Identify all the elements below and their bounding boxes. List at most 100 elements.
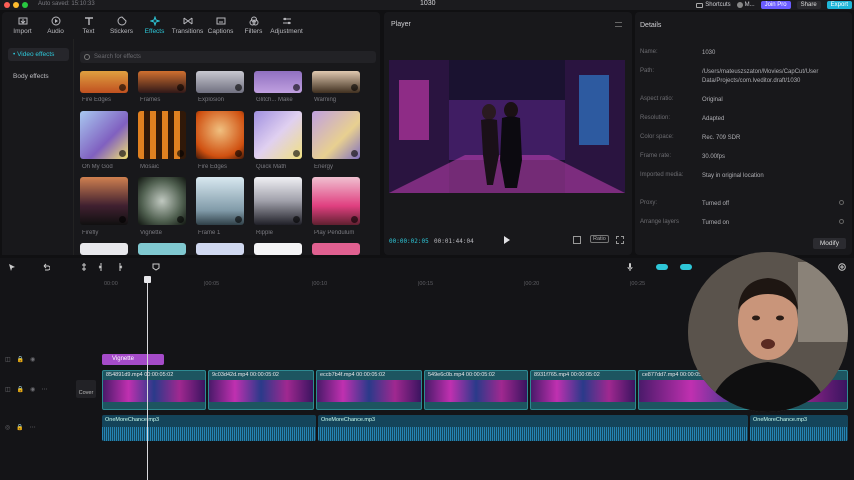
minimize-window-button[interactable] [13, 2, 19, 8]
info-icon[interactable] [839, 219, 844, 224]
join-pro-button[interactable]: Join Pro [760, 1, 791, 9]
modify-button[interactable]: Modify [812, 238, 846, 249]
share-button[interactable]: Share [796, 1, 821, 9]
tool-import[interactable]: Import [6, 12, 39, 39]
track-icon: ◫ [5, 357, 11, 363]
tool-transitions[interactable]: Transitions [171, 12, 204, 39]
ratio-button[interactable]: Ratio [590, 235, 609, 243]
microphone-icon[interactable] [626, 263, 634, 271]
stickers-icon [117, 16, 127, 26]
effect-thumb[interactable] [80, 243, 128, 255]
lock-icon[interactable]: 🔒 [17, 356, 24, 363]
magnet-toggle[interactable] [656, 264, 668, 270]
audio-clip[interactable]: OneMoreChance.mp3 [750, 415, 848, 441]
fit-icon[interactable] [573, 236, 581, 244]
search-input[interactable]: Search for effects [80, 51, 376, 63]
effect-thumb[interactable] [312, 111, 360, 159]
effects-panel: • Video effects Body effects Search for … [2, 39, 380, 255]
tool-audio[interactable]: Audio [39, 12, 72, 39]
cover-button[interactable]: Cover [76, 380, 96, 398]
visibility-icon[interactable]: ◉ [30, 386, 35, 393]
close-window-button[interactable] [4, 2, 10, 8]
effect-thumb[interactable] [196, 111, 244, 159]
effect-thumb[interactable] [80, 177, 128, 225]
more-icon[interactable]: ⋯ [30, 424, 36, 431]
captions-icon [216, 17, 225, 25]
effect-thumb[interactable] [138, 71, 186, 93]
category-body-effects[interactable]: Body effects [8, 70, 69, 83]
split-icon[interactable] [80, 263, 88, 271]
shortcuts-button[interactable]: Shortcuts [696, 2, 731, 8]
tool-filters[interactable]: Filters [237, 12, 270, 39]
effect-label: Oh My God [82, 164, 113, 170]
category-video-effects[interactable]: • Video effects [8, 48, 69, 61]
play-button[interactable] [504, 236, 510, 244]
trim-left-icon[interactable] [98, 263, 106, 271]
track-icon: ◫ [5, 387, 11, 393]
tool-effects[interactable]: Effects [138, 12, 171, 39]
download-icon [177, 150, 184, 157]
tool-text[interactable]: Text [72, 12, 105, 39]
effect-thumb[interactable] [196, 243, 244, 255]
trim-right-icon[interactable] [115, 263, 123, 271]
video-clip[interactable]: 8931f765.mp4 00:00:05:02 [530, 370, 636, 410]
effect-label: Glitch... Make [256, 97, 293, 103]
effect-label: Frame 1 [198, 230, 221, 236]
visibility-icon[interactable]: ◉ [30, 356, 35, 363]
undo-icon[interactable] [42, 263, 50, 271]
effect-thumb[interactable] [80, 111, 128, 159]
effect-clip[interactable]: Vignette [102, 354, 164, 365]
effect-label: Mosaic [140, 164, 160, 170]
download-icon [351, 150, 358, 157]
audio-clip[interactable]: OneMoreChance.mp3 [102, 415, 316, 441]
video-clip[interactable]: 549e6c0b.mp4 00:00:05:02 [424, 370, 528, 410]
video-clip[interactable]: 9c03d42d.mp4 00:00:05:02 [208, 370, 314, 410]
more-icon[interactable]: ⋯ [41, 386, 47, 393]
effect-thumb[interactable] [254, 243, 302, 255]
effect-label: Firefly [82, 230, 99, 236]
fullscreen-icon[interactable] [616, 236, 624, 244]
effect-thumb[interactable] [138, 243, 186, 255]
download-icon [235, 150, 242, 157]
effect-thumb[interactable] [312, 177, 360, 225]
playhead[interactable] [147, 276, 148, 480]
playhead-handle[interactable] [144, 276, 151, 283]
marker-icon[interactable] [152, 263, 160, 271]
audio-track-controls: ◎ 🔒 ⋯ [5, 424, 36, 431]
lock-icon[interactable]: 🔒 [17, 386, 24, 393]
tool-stickers[interactable]: Stickers [105, 12, 138, 39]
effect-thumb[interactable] [254, 111, 302, 159]
effect-label: Explosion [198, 97, 225, 103]
maximize-window-button[interactable] [22, 2, 28, 8]
video-clip[interactable]: eccb7b4f.mp4 00:00:05:02 [316, 370, 422, 410]
select-cursor-icon[interactable] [8, 263, 16, 271]
download-icon [235, 216, 242, 223]
lock-icon[interactable]: 🔒 [16, 424, 23, 431]
link-toggle[interactable] [680, 264, 692, 270]
effect-thumb[interactable] [80, 71, 128, 93]
audio-clip[interactable]: OneMoreChance.mp3 [318, 415, 748, 441]
tool-captions[interactable]: Captions [204, 12, 237, 39]
user-menu[interactable]: M... [736, 2, 755, 8]
effect-thumb[interactable] [312, 243, 360, 255]
video-track-controls: ◫ 🔒 ◉ ⋯ [5, 386, 47, 393]
effect-thumb[interactable] [196, 71, 244, 93]
effect-thumb[interactable] [312, 71, 360, 93]
effect-thumb[interactable] [138, 177, 186, 225]
video-preview[interactable] [389, 60, 625, 193]
preview-frame [389, 60, 625, 193]
zoom-in-icon[interactable] [838, 263, 846, 271]
effect-thumb[interactable] [254, 71, 302, 93]
effect-label: Vignette [140, 230, 162, 236]
info-icon[interactable] [839, 200, 844, 205]
video-clip[interactable]: 854891d9.mp4 00:00:05:02 [102, 370, 206, 410]
effect-thumb[interactable] [138, 111, 186, 159]
player-title: Player [391, 21, 411, 28]
menu-icon[interactable] [615, 22, 622, 27]
effect-thumb[interactable] [196, 177, 244, 225]
adjustment-icon [282, 17, 291, 25]
effect-thumb[interactable] [254, 177, 302, 225]
tool-adjustment[interactable]: Adjustment [270, 12, 303, 39]
export-button[interactable]: Export [826, 1, 852, 9]
download-icon [293, 150, 300, 157]
